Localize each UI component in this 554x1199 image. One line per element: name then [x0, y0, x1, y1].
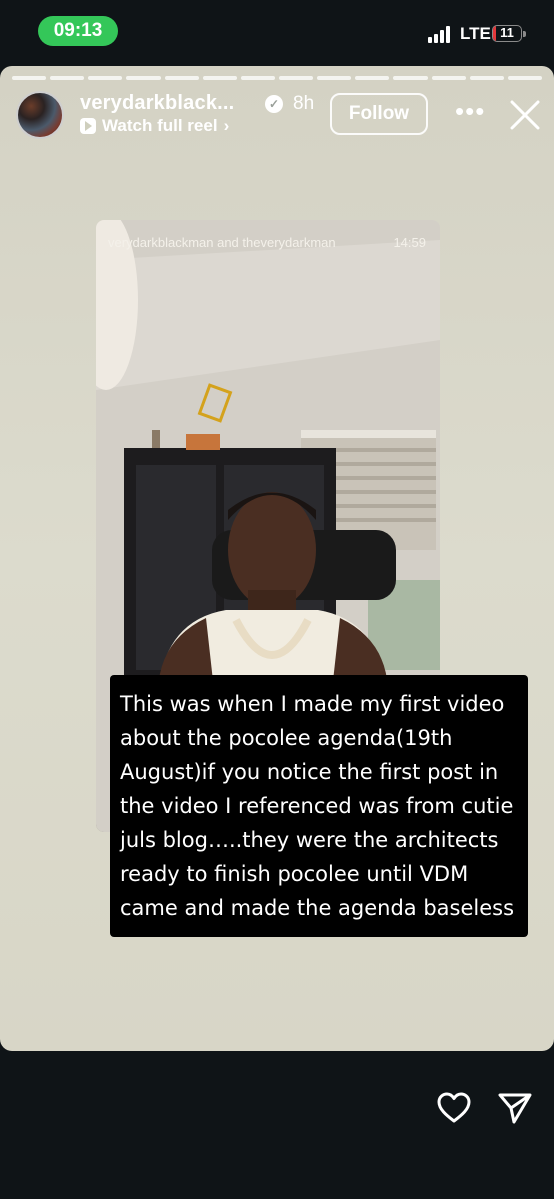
heart-icon[interactable]: [436, 1090, 472, 1126]
follow-button[interactable]: Follow: [330, 93, 428, 135]
story-age: 8h: [293, 93, 315, 114]
chevron-right-icon: ›: [223, 116, 230, 135]
story-progress-segment: [431, 76, 466, 80]
video-authors: verydarkblackman and theverydarkman: [108, 235, 336, 250]
story-progress-segment: [469, 76, 504, 80]
video-timestamp: 14:59: [393, 235, 426, 250]
send-icon[interactable]: [497, 1090, 533, 1126]
signal-icon: [428, 25, 454, 43]
story-progress-segment: [240, 76, 275, 80]
avatar[interactable]: [16, 91, 64, 139]
verified-badge-icon: ✓: [265, 95, 283, 113]
status-time: 09:13: [38, 16, 118, 46]
status-bar: 09:13 LTE 11: [0, 0, 554, 62]
battery-icon: 11: [492, 25, 522, 42]
story-progress-segment: [507, 76, 542, 80]
story-caption: This was when I made my first video abou…: [110, 675, 528, 937]
watch-full-reel-label: Watch full reel: [102, 116, 218, 135]
battery-tip: [523, 31, 526, 37]
watch-full-reel-link[interactable]: Watch full reel ›: [80, 116, 229, 136]
close-icon[interactable]: [508, 98, 542, 132]
story-progress-segment: [317, 76, 352, 80]
story-progress-bar: [12, 76, 542, 80]
story-progress-segment: [50, 76, 85, 80]
story-viewer[interactable]: verydarkblack... ✓ 8h Watch full reel › …: [0, 66, 554, 1051]
story-progress-segment: [355, 76, 390, 80]
story-progress-segment: [164, 76, 199, 80]
story-progress-segment: [393, 76, 428, 80]
story-progress-segment: [88, 76, 123, 80]
network-label: LTE: [460, 24, 491, 43]
story-username[interactable]: verydarkblack...: [80, 92, 234, 115]
battery-level: 11: [500, 25, 514, 40]
story-progress-segment: [12, 76, 47, 80]
story-progress-segment: [202, 76, 237, 80]
reel-play-icon: [80, 118, 96, 134]
story-progress-segment: [126, 76, 161, 80]
more-options-icon[interactable]: •••: [455, 98, 484, 124]
story-progress-segment: [278, 76, 314, 80]
